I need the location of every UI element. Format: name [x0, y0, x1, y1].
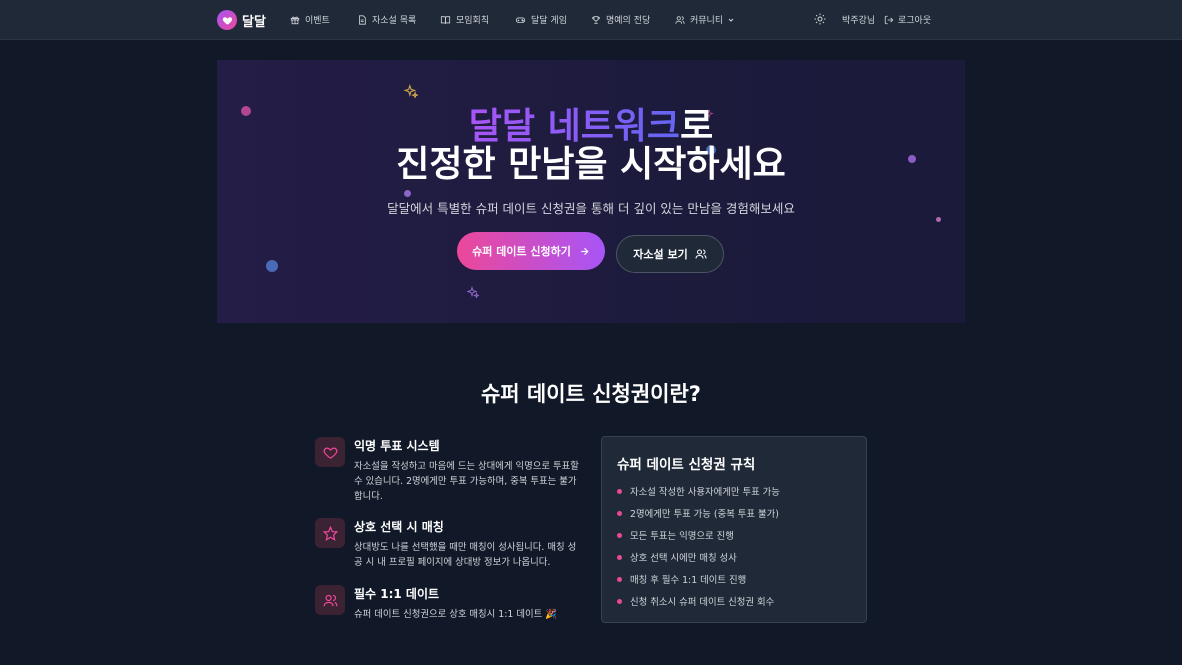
- rule-item: 상호 선택 시에만 매칭 성사: [617, 550, 737, 564]
- rule-item: 신청 취소시 슈퍼 데이트 신청권 회수: [617, 594, 774, 608]
- nav-label: 명예의 전당: [606, 16, 651, 26]
- hero-title-line2: 진정한 만남을 시작하세요: [396, 144, 786, 185]
- nav-item-game[interactable]: 달달 게임: [515, 13, 567, 26]
- nav-label: 이벤트: [305, 16, 330, 26]
- heart-icon: [323, 446, 337, 459]
- bullet-dot: [617, 532, 622, 538]
- user-profile-link[interactable]: 박주강님: [842, 13, 875, 26]
- super-date-apply-button[interactable]: 슈퍼 데이트 신청하기: [457, 232, 605, 270]
- nav-item-hall-of-fame[interactable]: 명예의 전당: [591, 13, 650, 26]
- hero-subtitle: 달달에서 특별한 슈퍼 데이트 신청권을 통해 더 깊이 있는 만남을 경험해보…: [387, 201, 795, 216]
- sparkle-icon: [467, 286, 479, 298]
- feature-icon-box: [315, 437, 345, 467]
- rule-item: 매칭 후 필수 1:1 데이트 진행: [617, 572, 746, 586]
- feature-title: 필수 1:1 데이트: [354, 587, 440, 601]
- sun-icon: [814, 13, 826, 25]
- hero-title-suffix: 로: [680, 106, 714, 147]
- logout-icon: [884, 15, 894, 24]
- arrow-right-icon: [581, 247, 589, 255]
- nav-label: 모임회칙: [456, 16, 490, 26]
- heart-logo-icon: [217, 10, 237, 30]
- rule-text: 2명에게만 투표 가능 (중복 투표 불가): [630, 509, 779, 520]
- view-essays-button[interactable]: 자소설 보기: [616, 235, 724, 273]
- nav-label: 커뮤니티: [690, 16, 724, 26]
- theme-toggle-button[interactable]: [814, 13, 830, 25]
- feature-title: 상호 선택 시 매칭: [354, 520, 444, 534]
- logo-text: 달달: [242, 14, 266, 30]
- bullet-dot: [617, 554, 622, 560]
- feature-icon-box: [315, 585, 345, 615]
- rules-card: 슈퍼 데이트 신청권 규칙 자소설 작성한 사용자에게만 투표 가능 2명에게만…: [601, 436, 867, 623]
- nav-label: 자소설 목록: [372, 16, 417, 26]
- hero-section: 달달 네트워크로 진정한 만남을 시작하세요 달달에서 특별한 슈퍼 데이트 신…: [217, 60, 965, 323]
- rule-item: 자소설 작성한 사용자에게만 투표 가능: [617, 484, 780, 498]
- users-icon: [695, 249, 707, 259]
- document-icon: [359, 14, 366, 25]
- bullet-dot: [617, 488, 622, 494]
- rule-text: 매칭 후 필수 1:1 데이트 진행: [630, 575, 747, 586]
- logo[interactable]: 달달: [217, 10, 266, 30]
- hero-title-highlight: 달달 네트워크: [468, 106, 681, 147]
- nav-item-rules[interactable]: 모임회칙: [440, 13, 489, 26]
- feature-title: 익명 투표 시스템: [354, 439, 440, 453]
- rule-text: 상호 선택 시에만 매칭 성사: [630, 553, 737, 564]
- top-navbar: 달달 이벤트 자소설 목록 모임회칙 달달 게임 명예의 전당 커뮤니티 박주강…: [0, 0, 1182, 40]
- feature-desc: 상대방도 나를 선택했을 때만 매칭이 성사됩니다. 매칭 성공 시 내 프로필…: [354, 542, 577, 568]
- chevron-down-icon: [728, 18, 734, 22]
- user-name: 박주강님: [842, 16, 876, 26]
- users-icon: [323, 594, 337, 606]
- rule-text: 모든 투표는 익명으로 진행: [630, 531, 734, 542]
- rule-item: 2명에게만 투표 가능 (중복 투표 불가): [617, 506, 779, 520]
- sparkle-icon: [404, 84, 418, 98]
- bullet-dot: [617, 510, 622, 516]
- decor-dot: [404, 190, 411, 197]
- book-icon: [440, 15, 451, 24]
- decor-dot: [936, 217, 941, 222]
- feature-icon-box: [315, 518, 345, 548]
- logout-label: 로그아웃: [898, 16, 932, 26]
- button-label: 자소설 보기: [633, 248, 688, 261]
- button-label: 슈퍼 데이트 신청하기: [472, 245, 571, 258]
- nav-label: 달달 게임: [531, 16, 567, 26]
- hero-title: 달달 네트워크로: [217, 106, 965, 148]
- rule-item: 모든 투표는 익명으로 진행: [617, 528, 734, 542]
- logout-button[interactable]: 로그아웃: [884, 13, 931, 26]
- bullet-dot: [617, 598, 622, 604]
- users-icon: [675, 15, 685, 24]
- star-icon: [322, 525, 338, 541]
- gamepad-icon: [515, 17, 526, 23]
- rule-text: 신청 취소시 슈퍼 데이트 신청권 회수: [630, 597, 775, 608]
- decor-dot: [266, 260, 278, 272]
- rule-text: 자소설 작성한 사용자에게만 투표 가능: [630, 487, 780, 498]
- trophy-icon: [592, 15, 600, 24]
- rules-title: 슈퍼 데이트 신청권 규칙: [617, 457, 756, 473]
- nav-item-essays[interactable]: 자소설 목록: [357, 13, 416, 26]
- section-title: 슈퍼 데이트 신청권이란?: [480, 382, 701, 406]
- gift-icon: [290, 16, 300, 24]
- bullet-dot: [617, 576, 622, 582]
- feature-desc: 슈퍼 데이트 신청권으로 상호 매칭시 1:1 데이트 🎉: [354, 609, 557, 620]
- nav-item-event[interactable]: 이벤트: [290, 13, 330, 26]
- nav-item-community[interactable]: 커뮤니티: [675, 13, 735, 26]
- feature-desc: 자소설을 작성하고 마음에 드는 상대에게 익명으로 투표할 수 있습니다. 2…: [354, 461, 579, 502]
